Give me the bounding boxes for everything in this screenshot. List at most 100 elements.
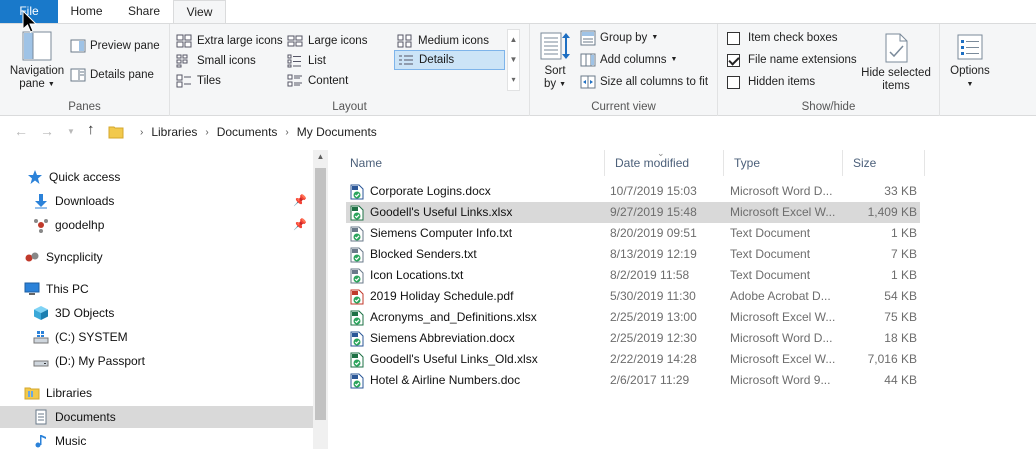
table-row[interactable]: Siemens Abbreviation.docx 2/25/2019 12:30…: [346, 328, 920, 349]
breadcrumb-libraries[interactable]: Libraries: [151, 125, 197, 139]
nav-item-libraries[interactable]: Libraries: [0, 382, 313, 404]
breadcrumb-separator-icon[interactable]: ›: [140, 127, 143, 138]
table-row[interactable]: Corporate Logins.docx 10/7/2019 15:03 Micr…: [346, 181, 920, 202]
nav-item-music[interactable]: Music: [0, 430, 313, 449]
small-icons-icon: [176, 54, 188, 68]
item-check-boxes-toggle[interactable]: Item check boxes: [727, 28, 837, 48]
layout-gallery-scroll[interactable]: ▲ ▼ ▾: [507, 29, 520, 91]
column-header-name[interactable]: Name: [340, 150, 605, 176]
table-row[interactable]: Blocked Senders.txt 8/13/2019 12:19 Text D…: [346, 244, 920, 265]
size-all-columns-button[interactable]: Size all columns to fit: [580, 72, 708, 92]
pin-icon[interactable]: 📌: [293, 194, 307, 207]
item-check-boxes-label: Item check boxes: [748, 32, 838, 44]
layout-small-icons[interactable]: Small icons: [176, 51, 286, 71]
file-name-extensions-toggle[interactable]: File name extensions: [727, 50, 857, 70]
tiles-icon: [176, 74, 191, 88]
sort-by-button[interactable]: Sort by ▼: [538, 30, 572, 91]
table-row[interactable]: 2019 Holiday Schedule.pdf 5/30/2019 11:30…: [346, 286, 920, 307]
tab-home[interactable]: Home: [58, 0, 115, 23]
column-header-type[interactable]: Type: [724, 150, 843, 176]
medium-icons-icon: [397, 34, 412, 48]
hidden-items-checkbox[interactable]: [727, 75, 740, 89]
file-type-cell: Microsoft Word D...: [730, 184, 833, 198]
table-row[interactable]: Acronyms_and_Definitions.xlsx 2/25/2019 1…: [346, 307, 920, 328]
pin-icon[interactable]: 📌: [293, 218, 307, 231]
tab-share[interactable]: Share: [115, 0, 173, 23]
nav-item-3d-objects[interactable]: 3D Objects: [0, 302, 313, 324]
table-row[interactable]: Siemens Computer Info.txt 8/20/2019 09:51…: [346, 223, 920, 244]
breadcrumb-my-documents[interactable]: My Documents: [297, 125, 377, 139]
preview-pane-button[interactable]: Preview pane: [70, 36, 160, 56]
item-check-boxes-checkbox[interactable]: [727, 31, 740, 45]
layout-tiles[interactable]: Tiles: [176, 71, 286, 91]
breadcrumb-separator-icon[interactable]: ›: [285, 127, 288, 138]
file-type-cell: Microsoft Word 9...: [730, 373, 831, 387]
table-row[interactable]: Hotel & Airline Numbers.doc 2/6/2017 11:2…: [346, 370, 920, 391]
recent-locations-chevron-icon[interactable]: ▼: [67, 127, 75, 136]
layout-list[interactable]: List: [287, 51, 395, 71]
file-name: Blocked Senders.txt: [370, 247, 477, 261]
layout-content[interactable]: Content: [287, 71, 395, 91]
nav-item-goodelhp[interactable]: goodelhp 📌: [0, 214, 313, 236]
table-row[interactable]: Goodell's Useful Links.xlsx 9/27/2019 15:…: [346, 202, 920, 223]
group-by-icon: [580, 30, 596, 46]
hide-selected-items-button[interactable]: Hide selected items: [858, 32, 934, 93]
table-row[interactable]: Icon Locations.txt 8/2/2019 11:58 Text Doc…: [346, 265, 920, 286]
file-size-cell: 7 KB: [890, 247, 917, 261]
file-date-cell: 8/20/2019 09:51: [610, 226, 697, 240]
nav-item-syncplicity[interactable]: Syncplicity: [0, 246, 313, 268]
layout-large-icons[interactable]: Large icons: [287, 31, 395, 51]
nav-item-documents[interactable]: Documents: [0, 406, 313, 428]
nav-item-c-drive[interactable]: (C:) SYSTEM: [0, 326, 313, 348]
add-columns-button[interactable]: Add columns ▼: [580, 50, 677, 70]
mouse-cursor-icon: [22, 10, 38, 33]
breadcrumb-separator-icon[interactable]: ›: [205, 127, 208, 138]
nav-item-d-drive[interactable]: (D:) My Passport: [0, 350, 313, 372]
current-view-group-label: Current view: [591, 101, 656, 113]
column-header-date-label: Date modified: [615, 156, 690, 170]
share-folder-icon: [34, 219, 48, 233]
chevron-down-icon: ▼: [670, 56, 678, 63]
nav-item-this-pc[interactable]: This PC: [0, 278, 313, 300]
tab-view[interactable]: View: [173, 0, 226, 24]
chevron-up-icon[interactable]: ▲: [313, 152, 328, 161]
navigation-pane-button[interactable]: Navigation pane ▼: [6, 30, 68, 91]
breadcrumb-documents[interactable]: Documents: [217, 125, 278, 139]
chevron-up-icon[interactable]: ▲: [508, 30, 519, 50]
current-view-group: Sort by ▼ Group by ▼ Add columns ▼ Size …: [530, 24, 718, 116]
layout-medium-icons[interactable]: Medium icons: [397, 31, 505, 51]
back-arrow-icon[interactable]: ←: [14, 123, 28, 139]
chevron-down-icon[interactable]: ▼: [508, 50, 519, 70]
file-name-extensions-label: File name extensions: [748, 54, 857, 66]
layout-details[interactable]: Details: [394, 50, 505, 70]
file-name-extensions-checkbox[interactable]: [727, 53, 740, 67]
file-list: Name ⌄ Date modified Type Size Corporate…: [340, 148, 1036, 449]
hidden-items-toggle[interactable]: Hidden items: [727, 72, 815, 92]
preview-pane-icon: [70, 39, 86, 53]
file-size-cell: 7,016 KB: [867, 352, 917, 366]
column-header-size[interactable]: Size: [843, 150, 925, 176]
file-date-cell: 2/6/2017 11:29: [610, 373, 690, 387]
group-by-button[interactable]: Group by ▼: [580, 28, 658, 48]
file-size-cell: 75 KB: [884, 310, 917, 324]
file-size-cell: 1 KB: [890, 268, 917, 282]
nav-scrollbar-thumb[interactable]: [315, 168, 326, 420]
expand-gallery-icon[interactable]: ▾: [508, 70, 519, 90]
nav-item-label: (D:) My Passport: [55, 354, 146, 368]
forward-arrow-icon[interactable]: →: [40, 123, 54, 139]
nav-item-quick-access[interactable]: Quick access: [0, 166, 313, 188]
table-row[interactable]: Goodell's Useful Links_Old.xlsx 2/22/2019…: [346, 349, 920, 370]
nav-item-downloads[interactable]: Downloads 📌: [0, 190, 313, 212]
breadcrumb[interactable]: › Libraries › Documents › My Documents: [108, 121, 377, 143]
file-date-cell: 9/27/2019 15:48: [610, 205, 697, 219]
details-pane-button[interactable]: Details pane: [70, 65, 154, 85]
column-header-date-modified[interactable]: ⌄ Date modified: [605, 148, 724, 176]
layout-content-label: Content: [308, 75, 349, 87]
nav-scrollbar[interactable]: ▲: [313, 150, 328, 449]
up-arrow-icon[interactable]: ↑: [87, 121, 95, 138]
nav-item-label: Libraries: [46, 386, 93, 400]
layout-extra-large-icons[interactable]: Extra large icons: [176, 31, 286, 51]
excel-file-icon: [350, 352, 364, 367]
chevron-down-icon: ▼: [966, 81, 974, 88]
options-button[interactable]: Options ▼: [942, 32, 998, 91]
